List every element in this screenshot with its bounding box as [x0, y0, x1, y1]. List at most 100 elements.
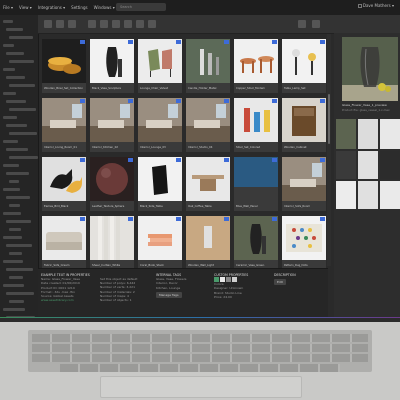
asset-card[interactable]: Coral_Book_Stack — [138, 216, 182, 270]
asset-card[interactable]: Interior_Sofa_Room — [282, 157, 326, 211]
asset-card[interactable]: Leather_Texture_Sphere — [90, 157, 134, 211]
menu-windows[interactable]: Windows ▾ — [91, 5, 118, 10]
books-thumbnail-icon[interactable] — [138, 216, 182, 260]
asset-card[interactable]: Candle_Holder_Metal — [186, 39, 230, 93]
asset-card[interactable]: Interior_Studio_04 — [186, 98, 230, 152]
tree-item[interactable] — [9, 180, 19, 183]
tree-item[interactable] — [3, 140, 18, 143]
sofa-thumbnail-icon[interactable] — [42, 216, 86, 260]
tree-item[interactable] — [3, 116, 17, 119]
lamps-thumbnail-icon[interactable] — [282, 39, 326, 83]
asset-card[interactable]: Interior_Lounge_03 — [138, 98, 182, 152]
tree-item[interactable] — [6, 220, 31, 223]
related-asset-thumbnail[interactable] — [380, 151, 400, 179]
tree-item[interactable] — [3, 44, 14, 47]
filter-icon[interactable] — [124, 20, 132, 28]
tree-item[interactable] — [3, 68, 15, 71]
tag-icon[interactable] — [136, 20, 144, 28]
preview-image[interactable] — [342, 37, 398, 101]
related-asset-thumbnail[interactable] — [380, 181, 400, 209]
bowls-thumbnail-icon[interactable] — [42, 39, 86, 83]
asset-card[interactable]: Wooden_Bowl_Set_Collection — [42, 39, 86, 93]
tree-item[interactable] — [9, 60, 34, 63]
tree-item[interactable] — [9, 36, 33, 39]
chair-thumbnail-icon[interactable] — [138, 39, 182, 83]
tree-item[interactable] — [9, 132, 37, 135]
asset-card[interactable]: Sheer_Curtain_White — [90, 216, 134, 270]
asset-card[interactable]: Table_Lamp_Set — [282, 39, 326, 93]
tree-item[interactable] — [6, 28, 23, 31]
tree-item[interactable] — [6, 148, 28, 151]
cabinet-thumbnail-icon[interactable] — [282, 98, 326, 142]
edit-description-button[interactable]: Edit — [274, 279, 286, 286]
related-asset-thumbnail[interactable] — [380, 119, 400, 149]
related-asset-thumbnail[interactable] — [358, 119, 378, 149]
bird-thumbnail-icon[interactable] — [42, 157, 86, 201]
scrollbar-thumb[interactable] — [328, 94, 330, 144]
tree-item[interactable] — [3, 92, 16, 95]
room-thumbnail-icon[interactable] — [42, 98, 86, 142]
tree-item[interactable] — [9, 108, 36, 111]
asset-card[interactable]: Interior_Living_Room_01 — [42, 98, 86, 152]
rug-thumbnail-icon[interactable] — [282, 216, 326, 260]
asset-card[interactable]: Interior_Kitchen_02 — [90, 98, 134, 152]
tree-item[interactable] — [3, 20, 13, 23]
tree-item[interactable] — [3, 308, 25, 311]
tree-item[interactable] — [6, 52, 24, 55]
tree-item[interactable] — [3, 260, 23, 263]
box-thumbnail-icon[interactable] — [138, 157, 182, 201]
menu-integrations[interactable]: Integrations ▾ — [35, 5, 68, 10]
vase-thumbnail-icon[interactable] — [90, 39, 134, 83]
tree-item[interactable] — [6, 76, 25, 79]
related-asset-thumbnail[interactable] — [336, 181, 356, 209]
vase-thumbnail-icon[interactable] — [234, 216, 278, 260]
view-grid-icon[interactable] — [88, 20, 96, 28]
curtain-thumbnail-icon[interactable] — [90, 216, 134, 260]
manage-tags-button[interactable]: Manage Tags — [156, 291, 182, 299]
tree-item[interactable] — [9, 276, 23, 279]
asset-card[interactable]: Fabric_Sofa_Cream — [42, 216, 86, 270]
tree-item[interactable] — [3, 236, 22, 239]
room-thumbnail-icon[interactable] — [186, 98, 230, 142]
tree-item[interactable] — [6, 292, 34, 295]
candles-thumbnail-icon[interactable] — [186, 39, 230, 83]
stools-thumbnail-icon[interactable] — [234, 98, 278, 142]
color-swatch[interactable] — [232, 277, 237, 283]
asset-card[interactable]: Black_Vase_Sculpture — [90, 39, 134, 93]
window-icon[interactable] — [358, 4, 362, 8]
user-menu[interactable]: Dave Mathers ▾ — [363, 3, 394, 8]
room-thumbnail-icon[interactable] — [138, 98, 182, 142]
tree-item[interactable] — [9, 204, 20, 207]
related-asset-thumbnail[interactable] — [358, 151, 378, 179]
asset-card[interactable]: Stool_Set_Colored — [234, 98, 278, 152]
tree-item[interactable] — [6, 244, 32, 247]
asset-card[interactable]: Eames_Bird_Black — [42, 157, 86, 211]
related-asset-thumbnail[interactable] — [336, 119, 356, 149]
share-icon[interactable] — [148, 20, 156, 28]
folder-icon[interactable] — [44, 20, 52, 28]
view-list-icon[interactable] — [100, 20, 108, 28]
zoom-in-icon[interactable] — [312, 20, 320, 28]
menu-file[interactable]: File ▾ — [0, 5, 16, 10]
color-swatch[interactable] — [226, 277, 231, 283]
tree-item[interactable] — [3, 284, 24, 287]
zoom-out-icon[interactable] — [298, 20, 306, 28]
sort-icon[interactable] — [112, 20, 120, 28]
tree-item[interactable] — [9, 228, 21, 231]
tree-item[interactable] — [6, 124, 27, 127]
asset-card[interactable]: Blue_Wall_Panel — [234, 157, 278, 211]
tree-item[interactable] — [3, 212, 21, 215]
tree-item[interactable] — [3, 188, 20, 191]
tree-item[interactable] — [6, 268, 33, 271]
asset-card[interactable]: Ceramic_Vase_Green — [234, 216, 278, 270]
search-input[interactable]: Search — [116, 3, 166, 11]
asset-card[interactable]: Black_Side_Table — [138, 157, 182, 211]
tree-item[interactable] — [6, 196, 30, 199]
wall-thumbnail-icon[interactable] — [234, 157, 278, 201]
tree-item[interactable] — [9, 156, 38, 159]
tree-item[interactable] — [6, 100, 26, 103]
tree-item[interactable] — [9, 300, 24, 303]
wood-thumbnail-icon[interactable] — [186, 216, 230, 260]
menu-settings[interactable]: Settings — [68, 5, 90, 10]
asset-card[interactable]: Wooden_Wall_Light — [186, 216, 230, 270]
